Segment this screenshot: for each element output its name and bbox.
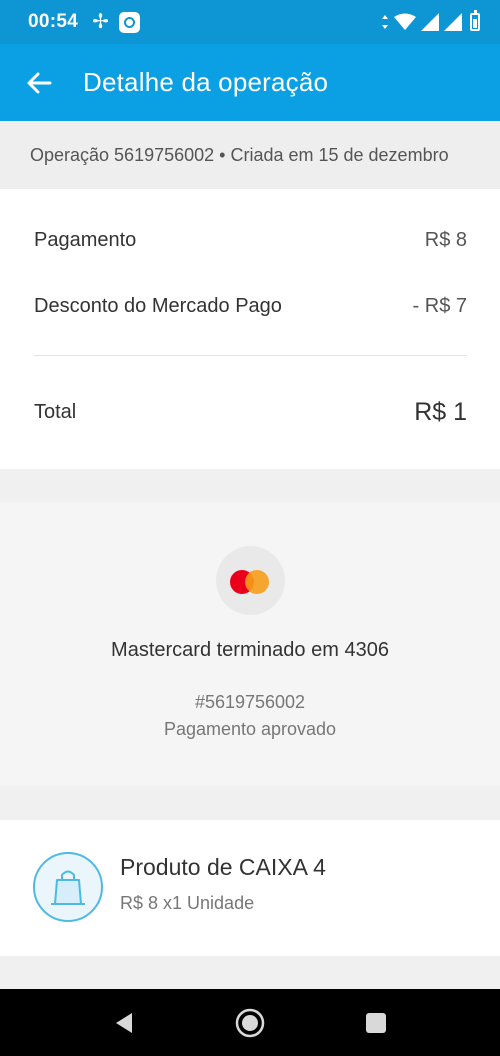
square-recents-icon [366, 1012, 386, 1033]
back-button[interactable] [17, 61, 61, 105]
page-title: Detalhe da operação [83, 67, 329, 97]
data-transfer-icon [382, 15, 388, 29]
signal-icon-2 [444, 13, 462, 31]
discount-value: - R$ 7 [412, 295, 467, 317]
system-icons [381, 10, 480, 31]
app-notification-icon [118, 11, 140, 33]
summary-divider [34, 355, 467, 356]
total-label: Total [34, 401, 77, 423]
arrow-left-icon [27, 72, 52, 93]
product-name: Produto de CAIXA 4 [120, 854, 326, 880]
discount-row: Desconto do Mercado Pago - R$ 7 [34, 295, 467, 318]
nav-recents-button[interactable] [356, 989, 396, 1056]
total-row: Total R$ 1 [34, 398, 467, 427]
app-bar: Detalhe da operação [0, 44, 500, 121]
payment-method-card: Mastercard terminado em 4306 #5619756002… [0, 502, 500, 786]
card-description: Mastercard terminado em 4306 [111, 639, 389, 661]
screen: 00:54 ✢ Detalhe da operação Operação 561… [0, 0, 500, 1056]
summary-card: Pagamento R$ 8 Desconto do Mercado Pago … [0, 189, 500, 469]
navigation-bar [0, 989, 500, 1056]
operation-number: #5619756002 [194, 692, 306, 712]
total-value: R$ 1 [414, 398, 467, 426]
payment-label: Pagamento [34, 229, 137, 251]
product-detail: R$ 8 x1 Unidade [120, 893, 255, 913]
pinwheel-icon: ✢ [92, 11, 109, 33]
status-time: 00:54 [28, 11, 79, 32]
mastercard-orange-circle [245, 570, 269, 594]
wifi-icon [394, 13, 416, 30]
product-card[interactable]: Produto de CAIXA 4 R$ 8 x1 Unidade [0, 820, 500, 956]
payment-row: Pagamento R$ 8 [34, 229, 467, 252]
discount-label: Desconto do Mercado Pago [34, 295, 282, 317]
circle-home-icon [235, 1008, 265, 1037]
signal-icon [421, 13, 439, 31]
payment-status: Pagamento aprovado [163, 719, 337, 739]
battery-icon [470, 10, 480, 31]
triangle-back-icon [116, 1012, 132, 1033]
nav-back-button[interactable] [104, 989, 144, 1056]
payment-value: R$ 8 [424, 229, 467, 251]
shopping-bag-icon [33, 852, 103, 922]
operation-info-text: Operação 5619756002 • Criada em 15 de de… [30, 144, 449, 165]
notification-icons: ✢ [92, 11, 140, 33]
mastercard-logo-icon [216, 546, 285, 615]
status-bar: 00:54 ✢ [0, 0, 500, 44]
nav-home-button[interactable] [230, 989, 270, 1056]
operation-info-bar: Operação 5619756002 • Criada em 15 de de… [0, 121, 500, 189]
